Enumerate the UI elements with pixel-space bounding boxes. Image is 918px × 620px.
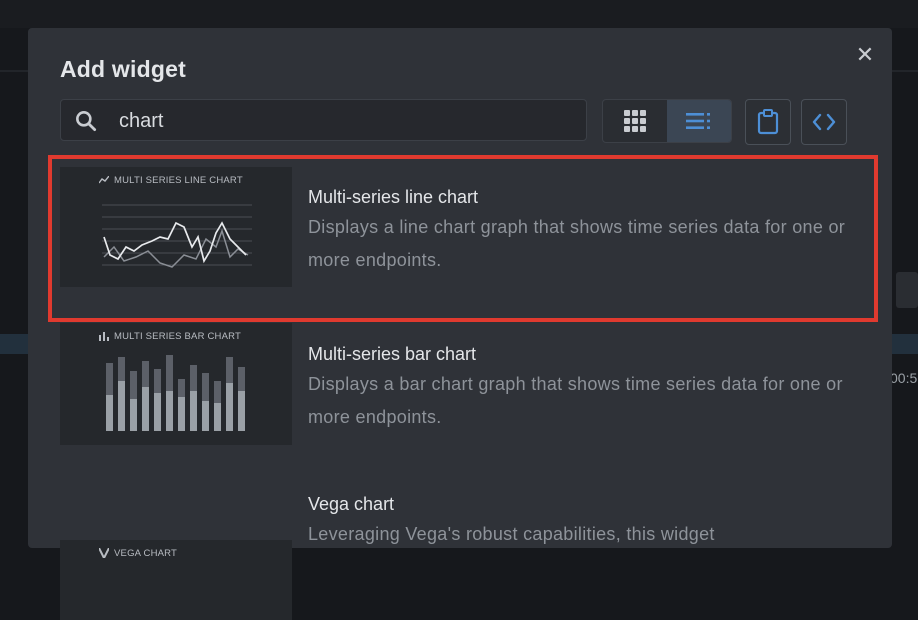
close-icon[interactable]: ✕ xyxy=(854,44,876,66)
vega-icon xyxy=(99,548,109,558)
paste-widget-button[interactable] xyxy=(745,99,791,145)
bar-chart-preview xyxy=(106,355,245,431)
widget-item-vega-chart[interactable]: VEGA CHART Vega chart Leveraging Vega's … xyxy=(60,494,860,620)
widget-title: Vega chart xyxy=(308,494,395,514)
widget-item-bar-chart[interactable]: MULTI SERIES BAR CHART Multi-series bar … xyxy=(60,323,860,473)
line-chart-preview xyxy=(102,204,252,268)
thumbnail-label: VEGA CHART xyxy=(114,548,178,559)
widget-title: Multi-series line chart xyxy=(308,187,479,207)
code-icon xyxy=(812,113,836,131)
search-icon xyxy=(76,111,97,132)
clipboard-icon xyxy=(757,109,779,135)
list-view-icon xyxy=(686,113,710,129)
widget-title: Multi-series bar chart xyxy=(308,344,477,364)
app-header-background xyxy=(0,0,918,28)
grid-view-icon xyxy=(624,110,646,132)
grid-view-button[interactable] xyxy=(603,100,667,142)
dialog-title: Add widget xyxy=(60,56,186,82)
search-box xyxy=(60,99,587,141)
widget-thumbnail: MULTI SERIES LINE CHART xyxy=(60,167,292,287)
bar-chart-icon xyxy=(99,332,109,341)
thumbnail-label: MULTI SERIES LINE CHART xyxy=(114,175,243,186)
app-side-control xyxy=(896,272,918,308)
code-view-button[interactable] xyxy=(801,99,847,145)
widget-thumbnail: VEGA CHART xyxy=(60,540,292,620)
search-input[interactable] xyxy=(117,106,561,136)
widget-description: Displays a line chart graph that shows t… xyxy=(308,217,846,270)
app-time-fragment: 00:5 xyxy=(890,370,918,386)
list-view-button[interactable] xyxy=(667,100,731,142)
widget-item-line-chart[interactable]: MULTI SERIES LINE CHART Multi-series lin… xyxy=(60,164,860,324)
widget-description: Displays a bar chart graph that shows ti… xyxy=(308,374,843,427)
widget-description: Leveraging Vega's robust capabilities, t… xyxy=(308,524,715,544)
line-chart-icon xyxy=(99,176,109,184)
thumbnail-label: MULTI SERIES BAR CHART xyxy=(114,331,242,342)
widget-thumbnail: MULTI SERIES BAR CHART xyxy=(60,323,292,445)
view-toggle xyxy=(602,99,732,143)
add-widget-dialog: Add widget ✕ chart MULTI SERIES LINE CHA… xyxy=(28,28,892,620)
